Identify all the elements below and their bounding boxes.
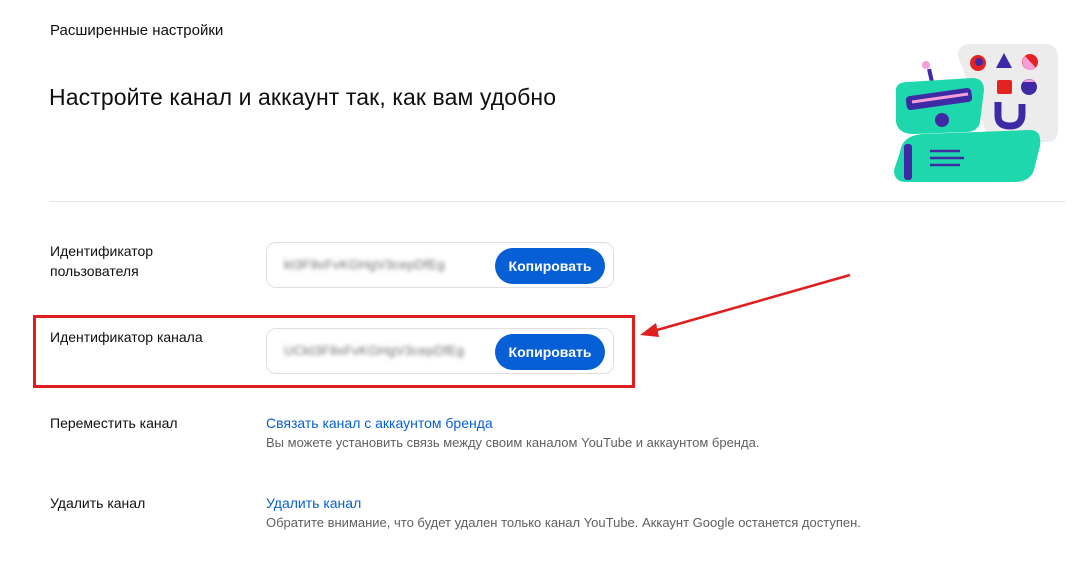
brand-account-link[interactable]: Связать канал с аккаунтом бренда (266, 415, 493, 431)
antenna-ball (922, 61, 930, 69)
robot-body (894, 130, 1041, 182)
shape-square (997, 80, 1012, 94)
robot-illustration (894, 44, 1058, 182)
shape-circle-purple (975, 58, 983, 66)
annotation-arrow (640, 273, 851, 337)
arrow-head (640, 323, 659, 337)
move-channel-label: Переместить канал (50, 415, 178, 431)
body-edge (904, 144, 912, 180)
arrow-shaft (649, 273, 851, 334)
brand-account-description: Вы можете установить связь между своим к… (266, 435, 760, 450)
user-id-box: kt3F9xFvKGHgV3cepDfEg Копировать (266, 242, 614, 288)
copy-user-id-button[interactable]: Копировать (495, 248, 605, 284)
user-id-label: Идентификатор пользователя (50, 243, 154, 279)
antenna (927, 68, 934, 83)
delete-channel-label: Удалить канал (50, 495, 146, 511)
divider (50, 201, 1066, 202)
robot-neck (935, 113, 949, 127)
user-id-value[interactable]: kt3F9xFvKGHgV3cepDfEg (284, 257, 445, 272)
delete-channel-link[interactable]: Удалить канал (266, 495, 361, 511)
highlight-box (33, 315, 635, 388)
section-heading: Расширенные настройки (50, 22, 224, 39)
delete-channel-description: Обратите внимание, что будет удален толь… (266, 515, 861, 530)
page-title: Настройте канал и аккаунт так, как вам у… (49, 84, 557, 110)
